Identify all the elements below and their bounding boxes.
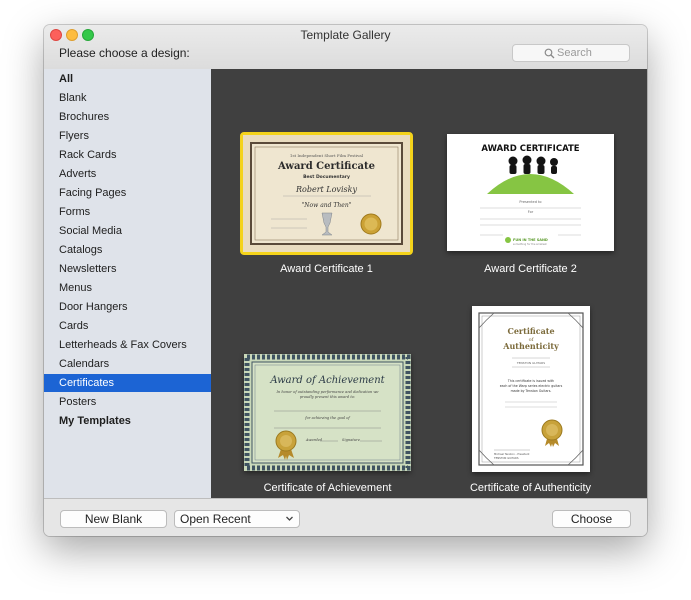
sidebar-item-brochures[interactable]: Brochures [44,108,211,126]
sidebar-item-newsletters[interactable]: Newsletters [44,260,211,278]
sidebar-item-calendars[interactable]: Calendars [44,355,211,373]
template-label-certificate-of-achievement[interactable]: Certificate of Achievement [244,482,411,494]
cert3-awarded-label: Awarded [305,438,323,442]
sidebar-item-blank[interactable]: Blank [44,89,211,107]
template-gallery-window: Template Gallery Please choose a design:… [44,25,647,536]
sidebar-item-adverts[interactable]: Adverts [44,165,211,183]
sidebar-item-social-media[interactable]: Social Media [44,222,211,240]
certificate-of-authenticity-preview: Certificate of Authenticity TENSTON GUIT… [472,306,590,472]
search-field[interactable]: Search [512,44,630,62]
cert3-goal: for achieving the goal of [304,416,350,420]
sidebar-item-menus[interactable]: Menus [44,279,211,297]
search-placeholder: Search [557,47,592,59]
cert4-body2: each of the Warp series electric guitars [500,384,563,388]
cert2-title: AWARD CERTIFICATE [481,144,579,154]
template-label-award-certificate-1[interactable]: Award Certificate 1 [240,263,413,275]
category-sidebar: All Blank Brochures Flyers Rack Cards Ad… [44,69,212,498]
cert2-presented-label: Presented to [519,200,541,204]
sidebar-item-facing-pages[interactable]: Facing Pages [44,184,211,202]
cert3-line1: In honor of outstanding performance and … [275,390,378,394]
cert3-title: Award of Achievement [269,375,385,386]
cert2-for-label: For [528,210,534,214]
sidebar-item-all[interactable]: All [44,70,211,88]
choose-design-prompt: Please choose a design: [59,46,190,60]
cert3-signature-label: Signature [342,438,360,442]
cert4-body1: This certificate is issued with [507,379,554,383]
choose-button[interactable]: Choose [552,510,631,528]
cert4-title-line3: Authenticity [502,341,559,351]
cert2-logo-sub: something for the smallest [513,242,547,246]
bottom-toolbar: New Blank Open Recent Choose [44,498,647,536]
template-label-award-certificate-2[interactable]: Award Certificate 2 [447,263,614,275]
sidebar-item-catalogs[interactable]: Catalogs [44,241,211,259]
template-thumbnail-award-certificate-2[interactable]: AWARD CERTIFICATE Presented to For FUN I… [447,134,614,251]
cert3-line2: proudly present this award to: [300,395,355,399]
sidebar-item-certificates[interactable]: Certificates [44,374,211,392]
sidebar-item-cards[interactable]: Cards [44,317,211,335]
gold-seal-icon [275,430,297,460]
template-thumbnail-certificate-of-authenticity[interactable]: Certificate of Authenticity TENSTON GUIT… [472,306,590,472]
gold-seal-icon [360,213,382,235]
open-recent-value: Open Recent [180,512,251,526]
cert1-film: "Now and Then" [302,202,352,209]
template-thumbnail-certificate-of-achievement[interactable]: Award of Achievement In honor of outstan… [244,354,411,471]
cert1-name: Robert Lovisky [295,185,357,194]
award-certificate-1-preview: 1st Independent Short Film Festival Awar… [243,135,410,252]
sidebar-item-forms[interactable]: Forms [44,203,211,221]
cert4-brand: TENSTON GUITARS [516,361,545,365]
sidebar-item-rack-cards[interactable]: Rack Cards [44,146,211,164]
sidebar-item-posters[interactable]: Posters [44,393,211,411]
cert1-title: Award Certificate [277,161,375,172]
cert4-body3: made by Tenston Guitars. [511,389,552,393]
window-title: Template Gallery [300,28,391,42]
chevron-down-icon [286,516,293,521]
cert1-subtitle: Best Documentary [303,174,350,180]
template-thumbnail-award-certificate-1[interactable]: 1st Independent Short Film Festival Awar… [240,132,413,255]
award-certificate-2-preview: AWARD CERTIFICATE Presented to For FUN I… [447,134,614,251]
template-gallery: 1st Independent Short Film Festival Awar… [211,69,647,498]
cert4-sig-brand: TENSTON GUITARS [494,456,519,460]
certificate-of-achievement-preview: Award of Achievement In honor of outstan… [244,354,411,471]
open-recent-select[interactable]: Open Recent [174,510,300,528]
cert4-title-line1: Certificate [507,326,554,336]
title-bar: Template Gallery Please choose a design:… [44,25,647,70]
cert2-logo: FUN IN THE SAND [513,238,548,242]
new-blank-button[interactable]: New Blank [60,510,167,528]
sidebar-item-flyers[interactable]: Flyers [44,127,211,145]
sidebar-item-my-templates[interactable]: My Templates [44,412,211,430]
cert1-top-line: 1st Independent Short Film Festival [290,153,364,158]
fun-logo-icon [505,237,511,243]
search-icon [544,48,555,59]
cert4-sig-line: Michael Tenston - President [494,452,529,456]
sidebar-item-letterheads[interactable]: Letterheads & Fax Covers [44,336,211,354]
sidebar-item-door-hangers[interactable]: Door Hangers [44,298,211,316]
template-label-certificate-of-authenticity[interactable]: Certificate of Authenticity [447,482,614,494]
